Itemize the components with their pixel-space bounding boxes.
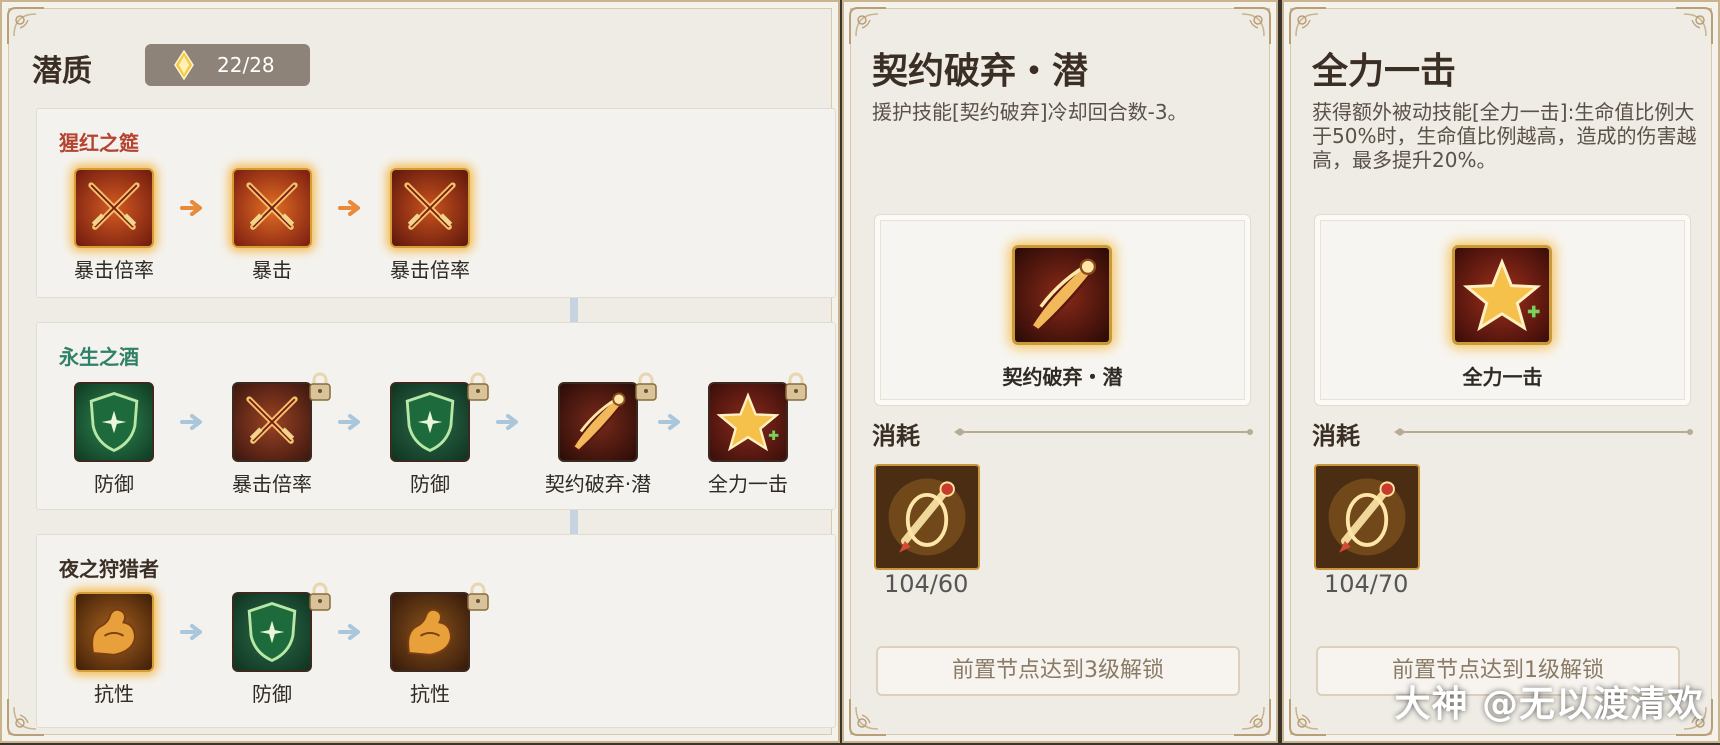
cost-label: 消耗	[872, 421, 920, 450]
talent-node[interactable]: 抗性	[370, 592, 490, 707]
skill-title: 契约破弃・潜	[872, 50, 1089, 92]
corner-ornament	[1288, 6, 1328, 46]
corner-ornament	[1674, 6, 1714, 46]
skill-name: 契约破弃・潜	[1002, 365, 1123, 389]
cost-label: 消耗	[1312, 421, 1360, 450]
talent-node[interactable]: 防御	[212, 592, 332, 707]
talent-node[interactable]: 暴击倍率	[370, 168, 490, 283]
material-quantity: 104/60	[884, 570, 969, 598]
arrow-icon	[180, 200, 206, 216]
shield-icon	[74, 382, 154, 462]
lock-icon	[784, 372, 808, 402]
row-name: 夜之狩猎者	[59, 557, 159, 581]
corner-ornament	[6, 6, 46, 46]
lock-icon	[634, 372, 658, 402]
talent-node[interactable]: 契约破弃·潜	[528, 382, 668, 497]
skill-detail-panel: 契约破弃・潜 援护技能[契约破弃]冷却回合数-3。 契约破弃・潜 消耗 104/…	[842, 0, 1278, 743]
node-label: 抗性	[410, 682, 450, 706]
talent-node[interactable]: 防御	[54, 382, 174, 497]
row-name: 永生之酒	[59, 345, 139, 369]
corner-ornament	[1232, 697, 1272, 737]
corner-ornament	[1288, 697, 1328, 737]
arrow-icon	[180, 624, 206, 640]
talent-points-value: 22/28	[217, 53, 275, 77]
node-label: 防御	[94, 472, 134, 496]
flexed-arm-icon	[74, 592, 154, 672]
lock-icon	[466, 372, 490, 402]
watermark: 大神 @无以渡清欢	[1394, 684, 1704, 725]
shield-icon	[390, 382, 470, 462]
talent-node[interactable]: 暴击倍率	[54, 168, 174, 283]
divider	[1394, 428, 1693, 436]
corner-ornament	[848, 6, 888, 46]
arrow-icon	[338, 624, 364, 640]
material-item[interactable]	[1314, 464, 1420, 570]
lock-icon	[308, 582, 332, 612]
node-label: 防御	[410, 472, 450, 496]
node-label: 全力一击	[708, 472, 788, 496]
material-quantity: 104/70	[1324, 570, 1409, 598]
arrow-icon	[496, 414, 522, 430]
row-name: 猩红之筵	[59, 131, 139, 155]
skill-preview: 全力一击	[1314, 214, 1691, 406]
crossed-swords-icon	[390, 168, 470, 248]
lock-icon	[466, 582, 490, 612]
crossed-swords-icon	[232, 168, 312, 248]
corner-ornament	[848, 697, 888, 737]
talent-node[interactable]: 暴击	[212, 168, 332, 283]
star-icon	[1452, 245, 1552, 345]
talent-node[interactable]: 暴击倍率	[212, 382, 332, 497]
skill-title: 全力一击	[1312, 50, 1457, 92]
skill-description: 援护技能[契约破弃]冷却回合数-3。	[872, 100, 1188, 124]
crossed-swords-icon	[232, 382, 312, 462]
lock-icon	[308, 372, 332, 402]
node-label: 暴击倍率	[232, 472, 312, 496]
contract-blade-icon	[1012, 245, 1112, 345]
unlock-button[interactable]: 前置节点达到3级解锁	[876, 646, 1240, 696]
talent-panel: 潜质 22/28 猩红之筵 暴击倍率 暴击 暴击倍率 永生之酒 防御 暴击倍率	[0, 0, 840, 743]
skill-name: 全力一击	[1462, 365, 1543, 389]
flexed-arm-icon	[390, 592, 470, 672]
material-item[interactable]	[874, 464, 980, 570]
talent-points-counter: 22/28	[145, 44, 310, 86]
skill-description: 获得额外被动技能[全力一击]:生命值比例大于50%时，生命值比例越高，造成的伤害…	[1312, 100, 1697, 172]
corner-ornament	[1232, 6, 1272, 46]
skill-detail-panel: 全力一击 获得额外被动技能[全力一击]:生命值比例大于50%时，生命值比例越高，…	[1282, 0, 1720, 743]
skill-preview: 契约破弃・潜	[874, 214, 1251, 406]
node-label: 暴击倍率	[390, 258, 470, 282]
arrow-icon	[658, 414, 684, 430]
arrow-icon	[338, 200, 364, 216]
arrow-icon	[338, 414, 364, 430]
page-title: 潜质	[32, 54, 92, 89]
node-label: 暴击	[252, 258, 292, 282]
node-label: 抗性	[94, 682, 134, 706]
talent-node[interactable]: 防御	[370, 382, 490, 497]
crossed-swords-icon	[74, 168, 154, 248]
gem-icon	[173, 50, 195, 80]
star-icon	[708, 382, 788, 462]
contract-blade-icon	[558, 382, 638, 462]
talent-node[interactable]: 全力一击	[688, 382, 808, 497]
node-label: 暴击倍率	[74, 258, 154, 282]
shield-icon	[232, 592, 312, 672]
talent-node[interactable]: 抗性	[54, 592, 174, 707]
node-label: 契约破弃·潜	[544, 472, 652, 496]
arrow-icon	[180, 414, 206, 430]
node-label: 防御	[252, 682, 292, 706]
divider	[954, 428, 1253, 436]
